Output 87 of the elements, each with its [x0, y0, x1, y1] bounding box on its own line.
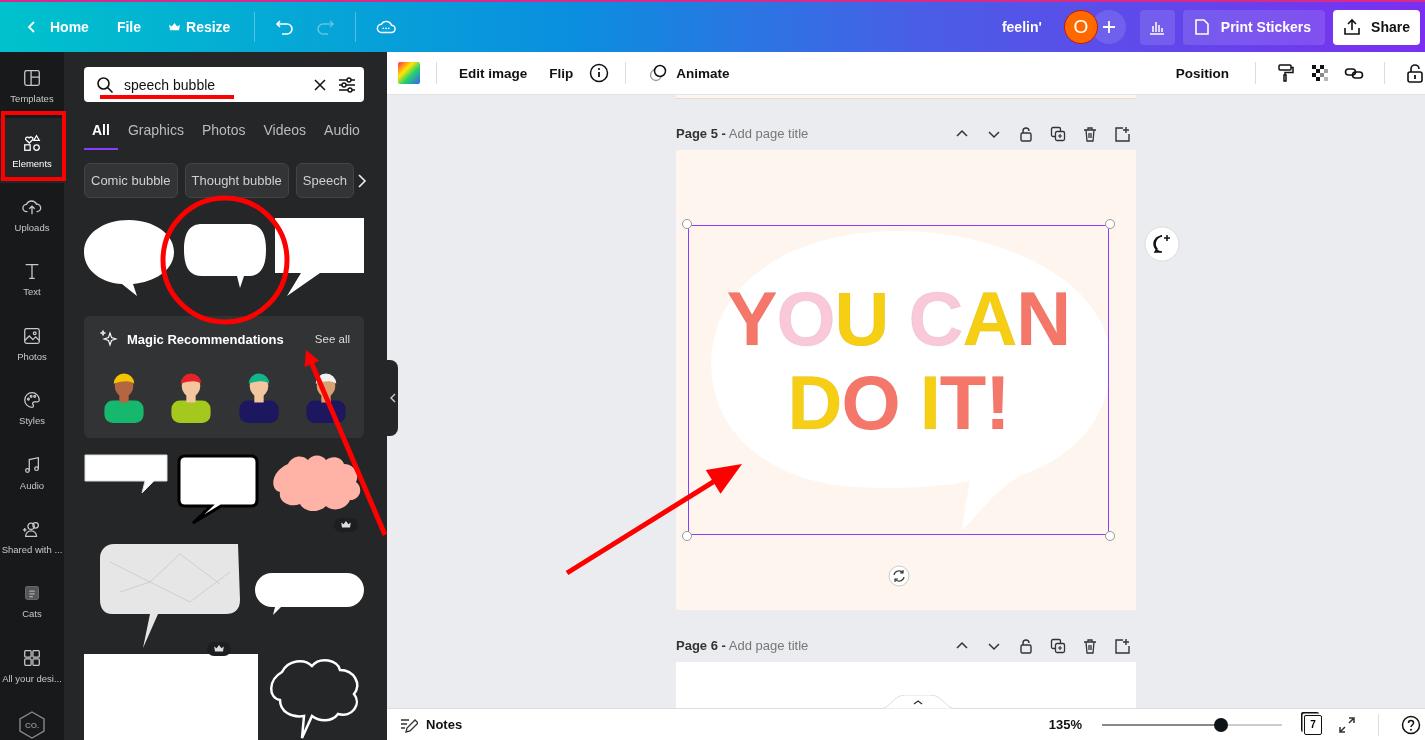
rail-item[interactable]: Shared with ...: [0, 504, 64, 570]
suggestion-chip[interactable]: Speech: [295, 163, 354, 198]
lock-icon[interactable]: [1018, 125, 1034, 142]
rail-item[interactable]: Uploads: [0, 182, 64, 248]
shapes-icon: [22, 132, 42, 153]
add-comment-icon[interactable]: [1144, 226, 1180, 262]
transparency-icon[interactable]: [1310, 63, 1330, 83]
recommendations-title: Magic Recommendations: [127, 331, 285, 347]
category-tab[interactable]: Photos: [193, 114, 254, 150]
category-tab[interactable]: Audio: [316, 114, 368, 150]
share-icon: [1343, 18, 1362, 36]
insights-button[interactable]: [1139, 9, 1175, 45]
music-note-icon: [22, 454, 42, 475]
clear-icon[interactable]: [312, 76, 328, 93]
resize-handle[interactable]: [682, 531, 692, 541]
sparkle-icon: [100, 330, 118, 348]
slider-thumb[interactable]: [1213, 717, 1228, 732]
rail-item[interactable]: Cats: [0, 569, 64, 634]
layout-icon: [22, 68, 42, 89]
palette-icon: [22, 390, 42, 411]
trash-icon[interactable]: [1082, 125, 1098, 142]
fullscreen-icon[interactable]: [1338, 715, 1356, 734]
annotation-box: [1, 111, 66, 181]
resize-handle[interactable]: [1105, 531, 1115, 541]
lock-icon[interactable]: [1405, 63, 1425, 83]
search-icon: [96, 75, 114, 94]
print-stickers-button[interactable]: Print Stickers: [1182, 9, 1326, 45]
animate-button[interactable]: Animate: [642, 59, 736, 87]
zoom-level[interactable]: 135%: [1048, 717, 1082, 732]
rotate-handle[interactable]: [888, 565, 910, 587]
people-icon: [22, 519, 42, 540]
upload-cloud-icon: [22, 197, 42, 217]
help-icon[interactable]: [1401, 714, 1421, 735]
page-title[interactable]: Page 6 - Add page title: [676, 638, 809, 653]
suggestion-chip[interactable]: Comic bubble: [84, 163, 178, 198]
share-button[interactable]: Share: [1333, 9, 1420, 45]
duplicate-icon[interactable]: [1050, 125, 1066, 142]
info-icon[interactable]: [589, 63, 610, 83]
duplicate-icon[interactable]: [1050, 637, 1066, 654]
undo-icon[interactable]: [275, 17, 296, 37]
document-icon: [1192, 18, 1211, 36]
speech-bubble-drawing[interactable]: [177, 454, 259, 524]
suggestion-chip[interactable]: Thought bubble: [184, 163, 289, 198]
design-lettering: DO IT!: [787, 361, 1010, 445]
lock-icon[interactable]: [1018, 637, 1034, 654]
resize-handle[interactable]: [1105, 219, 1115, 229]
search-field[interactable]: speech bubble: [84, 67, 364, 102]
image-icon: [22, 325, 42, 346]
rail-item[interactable]: Audio: [0, 440, 64, 505]
speech-bubble-drawing[interactable]: [84, 218, 174, 298]
rail-item[interactable]: Styles: [0, 376, 64, 441]
crown-icon: [169, 22, 181, 32]
see-all-link[interactable]: See all: [314, 333, 350, 345]
add-page-icon[interactable]: [1114, 125, 1130, 142]
grid-icon: [22, 647, 42, 668]
paper-speech-bubble-drawing[interactable]: [100, 542, 241, 648]
animate-icon: [648, 63, 669, 83]
filter-icon[interactable]: [338, 75, 356, 94]
notes-button[interactable]: Notes: [400, 715, 463, 734]
collapse-panel-handle[interactable]: [387, 360, 398, 436]
rail-item[interactable]: All your desi...: [0, 633, 64, 699]
chevron-right-icon[interactable]: [356, 172, 367, 189]
position-button[interactable]: Position: [1169, 61, 1235, 85]
rail-item[interactable]: Photos: [0, 311, 64, 377]
color-swatch-icon[interactable]: [398, 62, 420, 84]
trash-icon[interactable]: [1082, 637, 1098, 654]
speech-bubble-drawing[interactable]: [275, 218, 364, 298]
document-title[interactable]: feelin': [1001, 19, 1042, 35]
edit-image-button[interactable]: Edit image: [453, 61, 534, 85]
search-query: speech bubble: [124, 76, 217, 93]
paint-roller-icon[interactable]: [1276, 63, 1296, 83]
crown-badge: [334, 518, 358, 532]
flip-button[interactable]: Flip: [543, 61, 580, 85]
category-tab[interactable]: All: [84, 114, 118, 150]
add-page-icon[interactable]: [1114, 637, 1130, 654]
resize-handle[interactable]: [682, 219, 692, 229]
category-tab[interactable]: Videos: [255, 114, 315, 150]
crown-badge: [207, 642, 231, 656]
page-count-button[interactable]: 7: [1304, 714, 1322, 735]
category-tab[interactable]: Graphics: [119, 114, 192, 150]
speech-bubble-drawing[interactable]: [255, 572, 364, 616]
brand-logo[interactable]: CO.: [17, 710, 47, 740]
page-title[interactable]: Page 5 - Add page title: [676, 126, 809, 141]
rail-item[interactable]: Text: [0, 247, 64, 312]
rail-item[interactable]: Templates: [0, 54, 64, 119]
design-lettering: YOU CAN: [726, 277, 1071, 361]
blank-tile-drawing[interactable]: [84, 654, 258, 740]
